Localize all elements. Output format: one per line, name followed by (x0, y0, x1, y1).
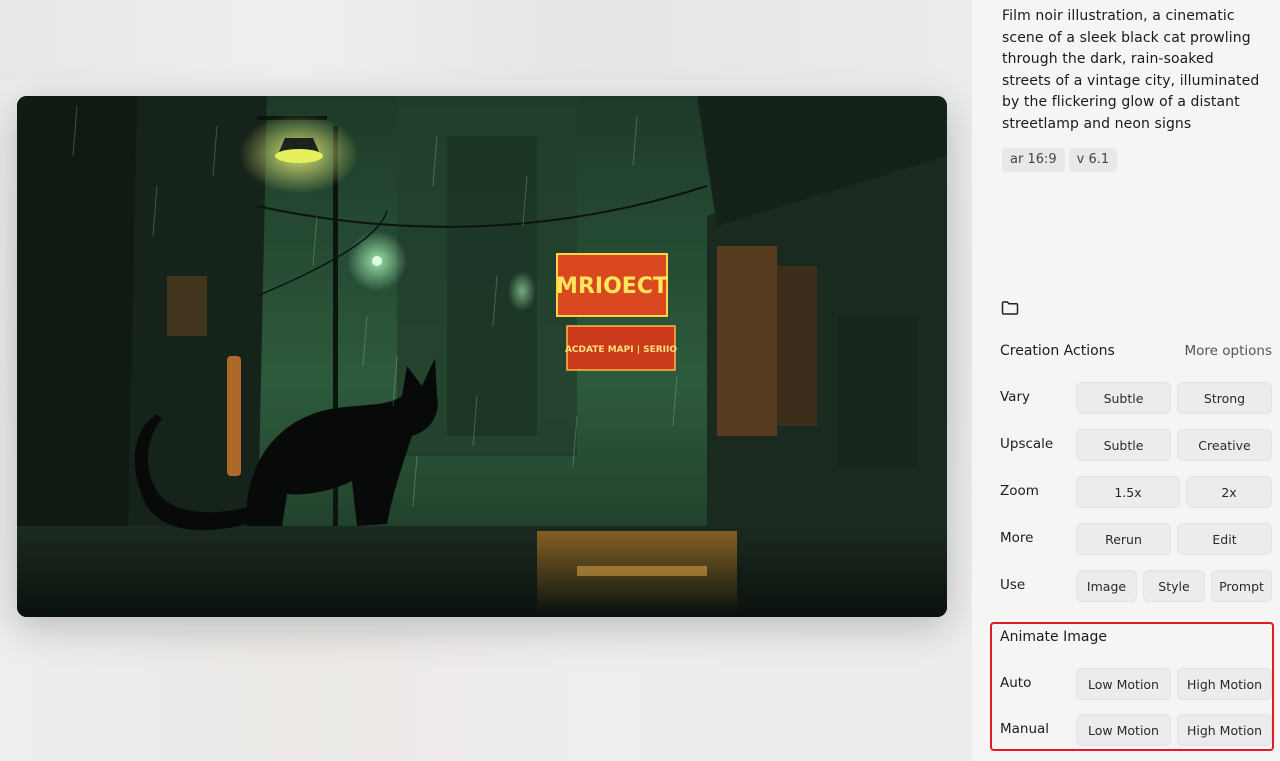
vary-strong-button[interactable]: Strong (1177, 382, 1272, 414)
noir-cat-artwork: MRIOECT ACDATE MAPI | SERIIO (17, 96, 947, 617)
details-panel: Film noir illustration, a cinematic scen… (972, 0, 1280, 761)
use-label: Use (1000, 577, 1026, 593)
folder-icon[interactable] (1001, 300, 1019, 316)
backdrop-blur-bottom (0, 630, 972, 761)
use-style-button[interactable]: Style (1143, 570, 1205, 602)
prompt-text: Film noir illustration, a cinematic scen… (1002, 8, 1260, 132)
rerun-button[interactable]: Rerun (1076, 523, 1171, 555)
tag-aspect-ratio[interactable]: ar 16:9 (1002, 148, 1065, 172)
generated-image[interactable]: MRIOECT ACDATE MAPI | SERIIO (17, 96, 947, 617)
parameter-tags: ar 16:9 v 6.1 (1002, 148, 1118, 172)
vary-subtle-button[interactable]: Subtle (1076, 382, 1171, 414)
zoom-2x-button[interactable]: 2x (1186, 476, 1272, 508)
neon-sign-top: MRIOECT (556, 274, 668, 299)
image-stage: MRIOECT ACDATE MAPI | SERIIO (0, 0, 972, 761)
more-label: More (1000, 530, 1034, 546)
upscale-label: Upscale (1000, 436, 1054, 452)
vary-label: Vary (1000, 389, 1030, 405)
animate-image-highlight-box (990, 622, 1274, 751)
use-prompt-button[interactable]: Prompt (1211, 570, 1272, 602)
more-options-link[interactable]: More options (1185, 343, 1272, 359)
backdrop-blur-top (0, 0, 972, 80)
tag-version[interactable]: v 6.1 (1068, 148, 1118, 172)
upscale-creative-button[interactable]: Creative (1177, 429, 1272, 461)
zoom-label: Zoom (1000, 483, 1039, 499)
creation-actions-title: Creation Actions (1000, 343, 1115, 359)
neon-sign-bottom: ACDATE MAPI | SERIIO (565, 345, 677, 355)
upscale-subtle-button[interactable]: Subtle (1076, 429, 1171, 461)
use-image-button[interactable]: Image (1076, 570, 1137, 602)
edit-button[interactable]: Edit (1177, 523, 1272, 555)
zoom-1-5x-button[interactable]: 1.5x (1076, 476, 1180, 508)
